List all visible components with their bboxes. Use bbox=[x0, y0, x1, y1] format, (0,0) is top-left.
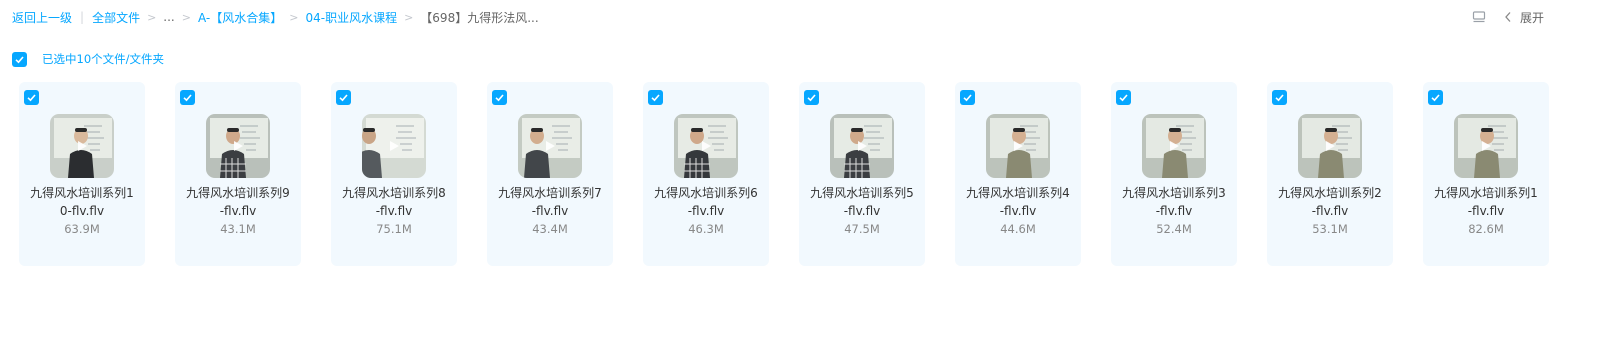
expand-button[interactable]: 展开 bbox=[1520, 9, 1544, 26]
video-thumbnail bbox=[1298, 114, 1362, 178]
file-size: 47.5M bbox=[844, 222, 880, 236]
file-checkbox[interactable] bbox=[336, 90, 351, 105]
file-checkbox[interactable] bbox=[180, 90, 195, 105]
file-size: 44.6M bbox=[1000, 222, 1036, 236]
breadcrumb-separator: > bbox=[181, 10, 191, 24]
breadcrumb-separator: > bbox=[147, 10, 157, 24]
file-name-line1: 九得风水培训系列9 bbox=[186, 186, 290, 200]
breadcrumb-all-files[interactable]: 全部文件 bbox=[92, 9, 140, 26]
file-name-line2: -flv.flv bbox=[1311, 204, 1349, 218]
video-thumbnail bbox=[1142, 114, 1206, 178]
video-thumbnail bbox=[830, 114, 894, 178]
file-size: 53.1M bbox=[1312, 222, 1348, 236]
file-name-line2: -flv.flv bbox=[219, 204, 257, 218]
select-all-checkbox[interactable] bbox=[12, 51, 27, 67]
file-card[interactable]: 九得风水培训系列6 -flv.flv 46.3M bbox=[643, 82, 769, 266]
play-icon bbox=[1324, 140, 1336, 152]
file-name-line1: 九得风水培训系列7 bbox=[498, 186, 602, 200]
file-size: 52.4M bbox=[1156, 222, 1192, 236]
file-checkbox[interactable] bbox=[1116, 90, 1131, 105]
file-name-line2: -flv.flv bbox=[531, 204, 569, 218]
file-name-line2: -flv.flv bbox=[375, 204, 413, 218]
breadcrumb-separator: > bbox=[404, 10, 414, 24]
file-name: 九得风水培训系列3 -flv.flv bbox=[1113, 184, 1235, 220]
play-icon bbox=[700, 140, 712, 152]
selection-count-label: 已选中10个文件/文件夹 bbox=[42, 52, 165, 66]
play-icon bbox=[856, 140, 868, 152]
file-name-line1: 九得风水培训系列3 bbox=[1122, 186, 1226, 200]
file-checkbox[interactable] bbox=[960, 90, 975, 105]
file-name: 九得风水培训系列5 -flv.flv bbox=[801, 184, 923, 220]
video-thumbnail bbox=[674, 114, 738, 178]
breadcrumb-current-folder: 【698】九得形法风... bbox=[420, 10, 539, 25]
file-name: 九得风水培训系列6 -flv.flv bbox=[645, 184, 767, 220]
breadcrumb-divider: | bbox=[80, 10, 85, 24]
file-checkbox[interactable] bbox=[1272, 90, 1287, 105]
file-size: 43.1M bbox=[220, 222, 256, 236]
breadcrumb-ellipsis[interactable]: ... bbox=[163, 10, 174, 24]
file-size: 63.9M bbox=[64, 222, 100, 236]
file-size: 82.6M bbox=[1468, 222, 1504, 236]
chevron-left-icon[interactable] bbox=[1504, 10, 1514, 24]
breadcrumb: 返回上一级 | 全部文件 > ... > A-【风水合集】 > 04-职业风水课… bbox=[12, 8, 539, 26]
file-name: 九得风水培训系列8 -flv.flv bbox=[333, 184, 455, 220]
file-name-line1: 九得风水培训系列1 bbox=[30, 186, 134, 200]
video-thumbnail bbox=[518, 114, 582, 178]
file-name: 九得风水培训系列2 -flv.flv bbox=[1269, 184, 1391, 220]
file-size: 46.3M bbox=[688, 222, 724, 236]
file-size: 75.1M bbox=[376, 222, 412, 236]
file-checkbox[interactable] bbox=[648, 90, 663, 105]
video-thumbnail bbox=[1454, 114, 1518, 178]
video-thumbnail bbox=[986, 114, 1050, 178]
file-card[interactable]: 九得风水培训系列1 0-flv.flv 63.9M bbox=[19, 82, 145, 266]
top-right-actions: 展开 bbox=[1472, 8, 1544, 26]
video-thumbnail bbox=[206, 114, 270, 178]
file-name-line2: -flv.flv bbox=[1155, 204, 1193, 218]
file-card[interactable]: 九得风水培训系列9 -flv.flv 43.1M bbox=[175, 82, 301, 266]
play-icon bbox=[232, 140, 244, 152]
file-name: 九得风水培训系列7 -flv.flv bbox=[489, 184, 611, 220]
breadcrumb-separator: > bbox=[289, 10, 299, 24]
play-icon bbox=[1012, 140, 1024, 152]
file-card[interactable]: 九得风水培训系列3 -flv.flv 52.4M bbox=[1111, 82, 1237, 266]
file-name: 九得风水培训系列1 -flv.flv bbox=[1425, 184, 1547, 220]
file-card[interactable]: 九得风水培训系列2 -flv.flv 53.1M bbox=[1267, 82, 1393, 266]
file-card[interactable]: 九得风水培训系列1 -flv.flv 82.6M bbox=[1423, 82, 1549, 266]
file-name: 九得风水培训系列1 0-flv.flv bbox=[21, 184, 143, 220]
breadcrumb-fengshui-collection[interactable]: A-【风水合集】 bbox=[198, 9, 282, 26]
breadcrumb-professional-course[interactable]: 04-职业风水课程 bbox=[305, 9, 397, 26]
file-name-line2: 0-flv.flv bbox=[59, 204, 105, 218]
file-name-line2: -flv.flv bbox=[1467, 204, 1505, 218]
file-name: 九得风水培训系列4 -flv.flv bbox=[957, 184, 1079, 220]
play-icon bbox=[1168, 140, 1180, 152]
file-name-line2: -flv.flv bbox=[999, 204, 1037, 218]
select-all-bar: 已选中10个文件/文件夹 bbox=[12, 50, 164, 68]
file-checkbox[interactable] bbox=[492, 90, 507, 105]
file-size: 43.4M bbox=[532, 222, 568, 236]
file-card[interactable]: 九得风水培训系列7 -flv.flv 43.4M bbox=[487, 82, 613, 266]
file-name-line1: 九得风水培训系列8 bbox=[342, 186, 446, 200]
file-card[interactable]: 九得风水培训系列8 -flv.flv 75.1M bbox=[331, 82, 457, 266]
file-name-line1: 九得风水培训系列1 bbox=[1434, 186, 1538, 200]
list-view-icon[interactable] bbox=[1472, 10, 1486, 24]
file-name: 九得风水培训系列9 -flv.flv bbox=[177, 184, 299, 220]
play-icon bbox=[544, 140, 556, 152]
play-icon bbox=[76, 140, 88, 152]
file-name-line2: -flv.flv bbox=[843, 204, 881, 218]
file-name-line1: 九得风水培训系列4 bbox=[966, 186, 1070, 200]
file-checkbox[interactable] bbox=[804, 90, 819, 105]
video-thumbnail bbox=[50, 114, 114, 178]
back-link[interactable]: 返回上一级 bbox=[12, 9, 72, 26]
file-checkbox[interactable] bbox=[1428, 90, 1443, 105]
file-card[interactable]: 九得风水培训系列4 -flv.flv 44.6M bbox=[955, 82, 1081, 266]
video-thumbnail bbox=[362, 114, 426, 178]
file-name-line1: 九得风水培训系列5 bbox=[810, 186, 914, 200]
file-name-line2: -flv.flv bbox=[687, 204, 725, 218]
file-checkbox[interactable] bbox=[24, 90, 39, 105]
file-name-line1: 九得风水培训系列2 bbox=[1278, 186, 1382, 200]
play-icon bbox=[1480, 140, 1492, 152]
file-name-line1: 九得风水培训系列6 bbox=[654, 186, 758, 200]
play-icon bbox=[388, 140, 400, 152]
file-card[interactable]: 九得风水培训系列5 -flv.flv 47.5M bbox=[799, 82, 925, 266]
